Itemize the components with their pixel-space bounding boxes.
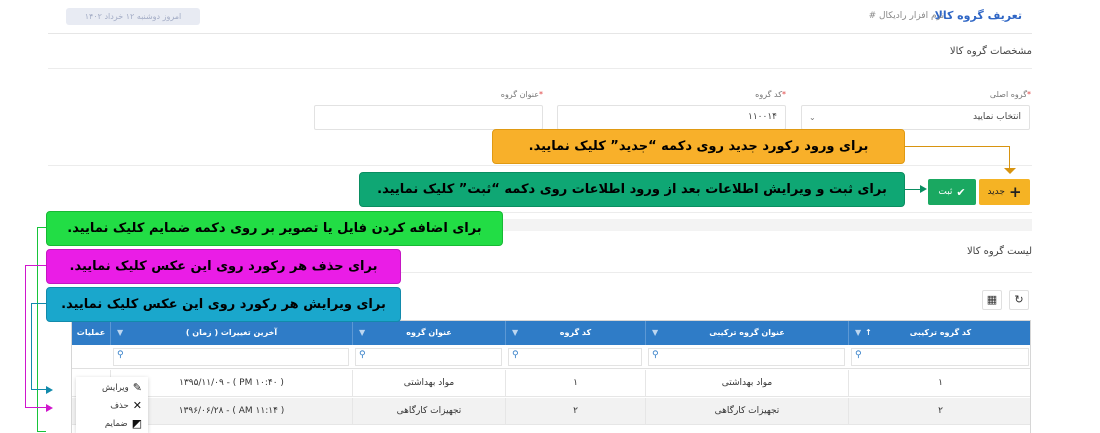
group-code-label: کد گروه*	[755, 90, 786, 99]
column-header-combo-code[interactable]: کد گروه ترکیبی ▼ ↑	[848, 321, 1030, 345]
save-button[interactable]: ثبت ✔	[928, 179, 976, 205]
cell-title: تجهیزات کارگاهی	[352, 398, 505, 425]
connector-edit	[31, 303, 46, 390]
arrow-head	[46, 386, 53, 394]
cell-combo-title: تجهیزات کارگاهی	[645, 398, 848, 425]
sort-asc-icon[interactable]: ↑	[865, 321, 872, 345]
new-button[interactable]: جدید +	[979, 179, 1030, 205]
search-icon: ⚲	[512, 350, 519, 360]
edit-action[interactable]: ✎ ویرایش	[102, 381, 142, 394]
form-section-title: مشخصات گروه کالا	[949, 46, 1032, 57]
callout-save: برای ثبت و ویرایش اطلاعات بعد از ورود اط…	[359, 172, 905, 207]
list-section-title: لیست گروه کالا	[966, 246, 1032, 257]
column-header-combo-title[interactable]: عنوان گروه ترکیبی ▼	[645, 321, 848, 345]
refresh-icon: ↻	[1014, 293, 1024, 306]
divider	[48, 68, 1032, 69]
refresh-button[interactable]: ↻	[1009, 290, 1029, 310]
operations-menu: ✎ ویرایش ✕ حذف ◩ ضمایم	[76, 377, 148, 433]
table-row[interactable]: ۱ مواد بهداشتی ۱ مواد بهداشتی ۱۳۹۵/۱۱/۰۹…	[72, 370, 1030, 397]
cell-code: ۲	[505, 398, 645, 425]
close-icon: ✕	[132, 399, 142, 412]
column-header-last-change[interactable]: آخرین تغییرات ( زمان ) ▼	[110, 321, 352, 345]
filter-icon[interactable]: ▼	[359, 321, 365, 345]
columns-icon: ▦	[986, 293, 998, 306]
grid-header: کد گروه ترکیبی ▼ ↑ عنوان گروه ترکیبی ▼ ک…	[72, 321, 1030, 345]
column-header-operations: عملیات	[76, 328, 106, 337]
callout-delete: برای حذف هر رکورد روی این عکس کلیک نمایی…	[46, 249, 401, 284]
group-list-grid: کد گروه ترکیبی ▼ ↑ عنوان گروه ترکیبی ▼ ک…	[71, 320, 1031, 433]
callout-edit: برای ویرایش هر رکورد روی این عکس کلیک نم…	[46, 287, 401, 322]
main-group-label: گروه اصلی*	[989, 90, 1031, 99]
chevron-down-icon: ⌄	[809, 113, 816, 122]
table-row[interactable]: ۲ تجهیزات کارگاهی ۲ تجهیزات کارگاهی ۱۳۹۶…	[72, 398, 1030, 425]
search-icon: ⚲	[117, 350, 124, 360]
filter-icon[interactable]: ▼	[117, 321, 123, 345]
arrow-head	[1004, 168, 1016, 174]
search-icon: ⚲	[855, 350, 862, 360]
column-header-code[interactable]: کد گروه ▼	[505, 321, 645, 345]
filter-input-title[interactable]: ⚲	[355, 348, 502, 366]
callout-attach: برای اضافه کردن فایل یا تصویر بر روی دکم…	[46, 211, 503, 246]
filter-input-last-change[interactable]: ⚲	[113, 348, 349, 366]
divider	[48, 165, 1032, 166]
page-title: تعریف گروه کالا	[934, 9, 1022, 22]
filter-icon[interactable]: ▼	[855, 321, 861, 345]
filter-icon[interactable]: ▼	[512, 321, 518, 345]
callout-new: برای ورود رکورد جدید روی دکمه “جدید” کلی…	[492, 129, 905, 164]
arrow-head	[920, 185, 927, 193]
cell-title: مواد بهداشتی	[352, 370, 505, 397]
search-icon: ⚲	[652, 350, 659, 360]
attachment-icon: ◩	[131, 417, 142, 430]
group-title-input[interactable]	[314, 105, 543, 130]
date-badge: امروز دوشنبه ۱۲ خرداد ۱۴۰۲	[66, 8, 200, 25]
filter-icon[interactable]: ▼	[652, 321, 658, 345]
pencil-icon: ✎	[132, 381, 142, 394]
filter-input-combo-title[interactable]: ⚲	[648, 348, 845, 366]
check-icon: ✔	[956, 185, 966, 199]
filter-row: ⚲ ⚲ ⚲ ⚲ ⚲	[72, 345, 1030, 369]
connector-new	[904, 146, 1010, 173]
attach-action[interactable]: ◩ ضمایم	[105, 417, 142, 430]
page-header: تعریف گروه کالا # نرم افزار رادیکال امرو…	[48, 0, 1032, 34]
cell-combo-code: ۲	[848, 398, 1030, 425]
filter-input-combo-code[interactable]: ⚲	[851, 348, 1029, 366]
cell-combo-code: ۱	[848, 370, 1030, 397]
search-icon: ⚲	[359, 350, 366, 360]
column-header-title[interactable]: عنوان گروه ▼	[352, 321, 505, 345]
cell-combo-title: مواد بهداشتی	[645, 370, 848, 397]
main-group-select[interactable]: انتخاب نمایید ⌄	[801, 105, 1030, 130]
group-code-input[interactable]: ۱۱۰۰۱۴	[557, 105, 786, 130]
group-title-label: عنوان گروه*	[500, 90, 543, 99]
arrow-head	[46, 404, 53, 412]
delete-action[interactable]: ✕ حذف	[110, 399, 142, 412]
breadcrumb[interactable]: # نرم افزار رادیکال	[869, 11, 944, 21]
plus-icon: +	[1008, 182, 1022, 201]
filter-input-code[interactable]: ⚲	[508, 348, 642, 366]
column-chooser-button[interactable]: ▦	[982, 290, 1002, 310]
cell-code: ۱	[505, 370, 645, 397]
